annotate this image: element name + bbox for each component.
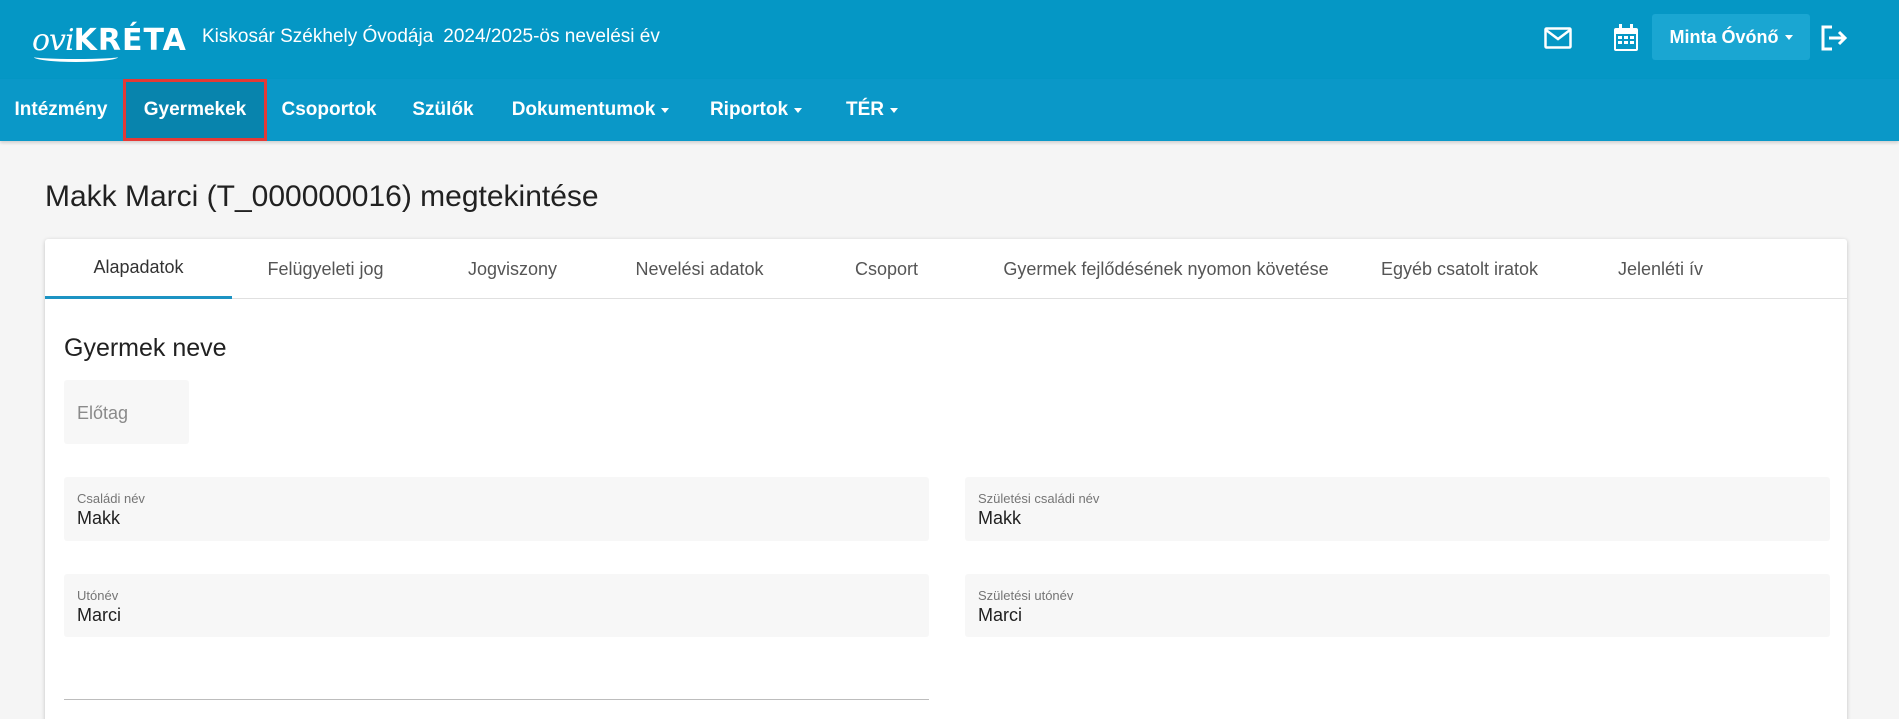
nav-item-gyermekek[interactable]: Gyermekek <box>123 79 267 141</box>
tab-label: Jogviszony <box>467 258 558 279</box>
nav-label: TÉR <box>846 99 884 120</box>
logo-swoosh <box>34 52 118 62</box>
tab-label: Gyermek fejlődésének nyomon követése <box>1003 258 1329 279</box>
tab-label: Egyéb csatolt iratok <box>1380 258 1539 279</box>
school-year: 2024/2025-ös nevelési év <box>443 26 660 47</box>
given-name-value: Marci <box>77 605 121 625</box>
nav-item-csoportok[interactable]: Csoportok <box>267 79 391 141</box>
nav-label: Dokumentumok <box>511 99 656 120</box>
nav-label: Riportok <box>709 99 789 120</box>
institution-info: Kiskosár Székhely Óvodája 2024/2025-ös ne… <box>202 26 660 48</box>
tab-label: Jelenléti ív <box>1617 258 1704 279</box>
birth-given-name-label: Születési utónév <box>978 588 1074 603</box>
birth-family-name-field[interactable]: Születési családi név Makk <box>965 477 1830 541</box>
nav-label: Szülők <box>412 99 474 120</box>
tab-label: Felügyeleti jog <box>267 258 384 279</box>
main-nav: Intézmény Gyermekek Csoportok Szülők Dok… <box>0 79 1899 141</box>
nav-label: Gyermekek <box>143 99 247 120</box>
birth-family-name-label: Születési családi név <box>978 491 1100 506</box>
tab-egyeb-csatolt-iratok[interactable]: Egyéb csatolt iratok <box>1352 239 1567 299</box>
ovikreta-logo[interactable]: ovi KRÉTA <box>32 16 186 64</box>
nav-item-intezmeny[interactable]: Intézmény <box>0 79 122 141</box>
calendar-icon[interactable] <box>1609 21 1643 55</box>
tab-alapadatok[interactable]: Alapadatok <box>45 239 232 299</box>
prefix-field[interactable]: Előtag <box>64 380 189 444</box>
family-name-field[interactable]: Családi név Makk <box>64 477 929 541</box>
page-title: Makk Marci (T_000000016) megtekintése <box>45 180 599 213</box>
tab-label: Csoport <box>854 258 919 279</box>
nav-item-ter[interactable]: TÉR <box>826 79 918 141</box>
nav-item-szulok[interactable]: Szülők <box>391 79 495 141</box>
logout-icon[interactable] <box>1817 21 1851 55</box>
tab-felugyeleti-jog[interactable]: Felügyeleti jog <box>232 239 419 299</box>
given-name-label: Utónév <box>77 588 119 603</box>
tab-nevelesi-adatok[interactable]: Nevelési adatok <box>606 239 793 299</box>
birth-given-name-field[interactable]: Születési utónév Marci <box>965 574 1830 637</box>
nav-item-riportok[interactable]: Riportok <box>686 79 826 141</box>
tab-gyermek-fejlodes[interactable]: Gyermek fejlődésének nyomon követése <box>980 239 1352 299</box>
section-title: Gyermek neve <box>64 334 227 362</box>
nav-label: Csoportok <box>281 99 377 120</box>
user-menu-button[interactable]: Minta Óvónő <box>1652 14 1810 60</box>
chevron-down-icon <box>890 107 898 113</box>
user-name: Minta Óvónő <box>1669 26 1779 47</box>
field-underline <box>64 699 929 700</box>
tab-jogviszony[interactable]: Jogviszony <box>419 239 606 299</box>
birth-given-name-value: Marci <box>978 605 1022 625</box>
child-details-card: Alapadatok Felügyeleti jog Jogviszony Ne… <box>45 239 1847 719</box>
given-name-field[interactable]: Utónév Marci <box>64 574 929 637</box>
birth-family-name-value: Makk <box>978 508 1022 528</box>
chevron-down-icon <box>661 107 670 113</box>
tab-label: Nevelési adatok <box>635 258 764 279</box>
family-name-value: Makk <box>77 508 121 528</box>
institution-name: Kiskosár Székhely Óvodája <box>202 26 434 47</box>
nav-label: Intézmény <box>14 99 108 120</box>
mail-icon[interactable] <box>1541 21 1575 55</box>
tab-jelenleti-iv[interactable]: Jelenléti ív <box>1567 239 1754 299</box>
tab-csoport[interactable]: Csoport <box>793 239 980 299</box>
tab-label: Alapadatok <box>93 257 184 277</box>
nav-item-dokumentumok[interactable]: Dokumentumok <box>495 79 686 141</box>
chevron-down-icon <box>1784 34 1793 40</box>
chevron-down-icon <box>794 107 803 113</box>
prefix-placeholder: Előtag <box>77 403 129 423</box>
top-header: ovi KRÉTA Kiskosár Székhely Óvodája 2024/… <box>0 0 1899 79</box>
tab-bar: Alapadatok Felügyeleti jog Jogviszony Ne… <box>45 239 1847 299</box>
family-name-label: Családi név <box>77 491 145 506</box>
